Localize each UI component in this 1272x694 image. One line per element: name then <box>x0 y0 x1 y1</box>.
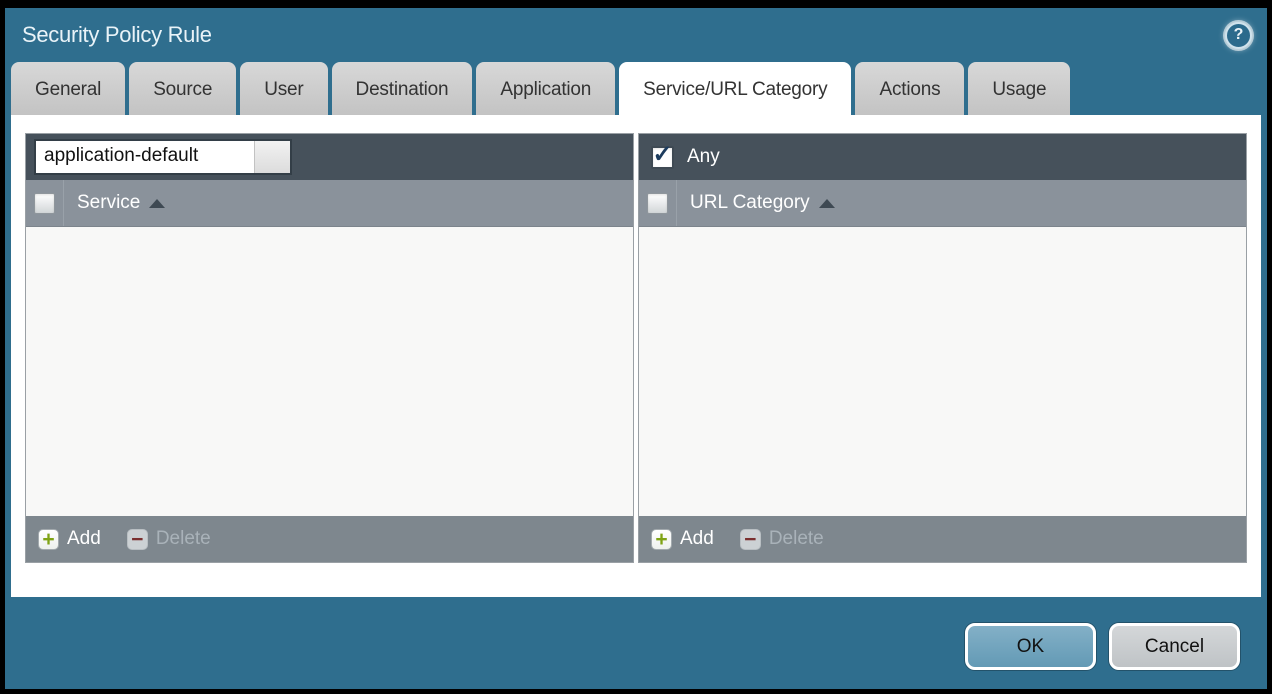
panels: application-default ✓ <box>25 133 1247 563</box>
help-glyph: ? <box>1234 27 1244 43</box>
content-card: application-default ✓ <box>11 115 1261 597</box>
dialog-title: Security Policy Rule <box>22 22 212 48</box>
tab-actions[interactable]: Actions <box>855 62 964 115</box>
tab-source[interactable]: Source <box>129 62 236 115</box>
minus-icon: − <box>127 529 148 550</box>
url-category-panel-topbar: ✓ Any <box>639 134 1246 180</box>
help-icon[interactable]: ? <box>1225 22 1252 49</box>
url-category-add-button[interactable]: + Add <box>651 528 714 550</box>
service-add-label: Add <box>67 528 101 550</box>
ok-button[interactable]: OK <box>965 623 1096 670</box>
url-category-header-checkbox-cell: ✓ <box>639 180 677 226</box>
service-delete-button[interactable]: − Delete <box>127 528 211 550</box>
service-table-header: ✓ Service <box>26 180 633 227</box>
check-icon: ✓ <box>652 147 672 163</box>
service-type-dropdown-value: application-default <box>36 141 254 173</box>
service-panel: application-default ✓ <box>25 133 634 563</box>
service-panel-footer: + Add − Delete <box>26 516 633 562</box>
dialog-actions: OK Cancel <box>5 623 1267 670</box>
url-category-delete-button[interactable]: − Delete <box>740 528 824 550</box>
service-select-all-checkbox[interactable]: ✓ <box>34 193 55 214</box>
tab-bar: General Source User Destination Applicat… <box>5 62 1267 115</box>
security-policy-rule-dialog: Security Policy Rule ? General Source Us… <box>5 8 1267 689</box>
url-category-column-label: URL Category <box>690 192 810 214</box>
url-category-column-header[interactable]: URL Category <box>677 180 835 226</box>
service-panel-topbar: application-default <box>26 134 633 180</box>
any-label: Any <box>687 146 720 168</box>
tab-destination[interactable]: Destination <box>332 62 473 115</box>
url-category-table-header: ✓ URL Category <box>639 180 1246 227</box>
url-category-delete-label: Delete <box>769 528 824 550</box>
service-column-label: Service <box>77 192 140 214</box>
minus-icon: − <box>740 529 761 550</box>
service-header-checkbox-cell: ✓ <box>26 180 64 226</box>
tab-user[interactable]: User <box>240 62 327 115</box>
tab-service-url-category[interactable]: Service/URL Category <box>619 62 851 115</box>
tab-application[interactable]: Application <box>476 62 615 115</box>
service-table-body[interactable] <box>26 227 633 516</box>
plus-icon: + <box>38 529 59 550</box>
dropdown-arrow-button[interactable] <box>254 141 290 173</box>
plus-icon: + <box>651 529 672 550</box>
service-column-header[interactable]: Service <box>64 180 165 226</box>
sort-ascending-icon <box>149 199 165 208</box>
tab-usage[interactable]: Usage <box>968 62 1070 115</box>
url-category-panel-footer: + Add − Delete <box>639 516 1246 562</box>
service-delete-label: Delete <box>156 528 211 550</box>
url-category-add-label: Add <box>680 528 714 550</box>
service-type-dropdown[interactable]: application-default <box>34 139 292 175</box>
cancel-button[interactable]: Cancel <box>1109 623 1240 670</box>
url-category-select-all-checkbox[interactable]: ✓ <box>647 193 668 214</box>
tab-general[interactable]: General <box>11 62 125 115</box>
any-row: ✓ Any <box>647 146 720 169</box>
screen: Security Policy Rule ? General Source Us… <box>0 0 1272 694</box>
sort-ascending-icon <box>819 199 835 208</box>
url-category-panel: ✓ Any ✓ URL Category <box>638 133 1247 563</box>
any-checkbox[interactable]: ✓ <box>651 146 674 169</box>
url-category-table-body[interactable] <box>639 227 1246 516</box>
service-add-button[interactable]: + Add <box>38 528 101 550</box>
title-bar: Security Policy Rule ? <box>5 8 1267 62</box>
